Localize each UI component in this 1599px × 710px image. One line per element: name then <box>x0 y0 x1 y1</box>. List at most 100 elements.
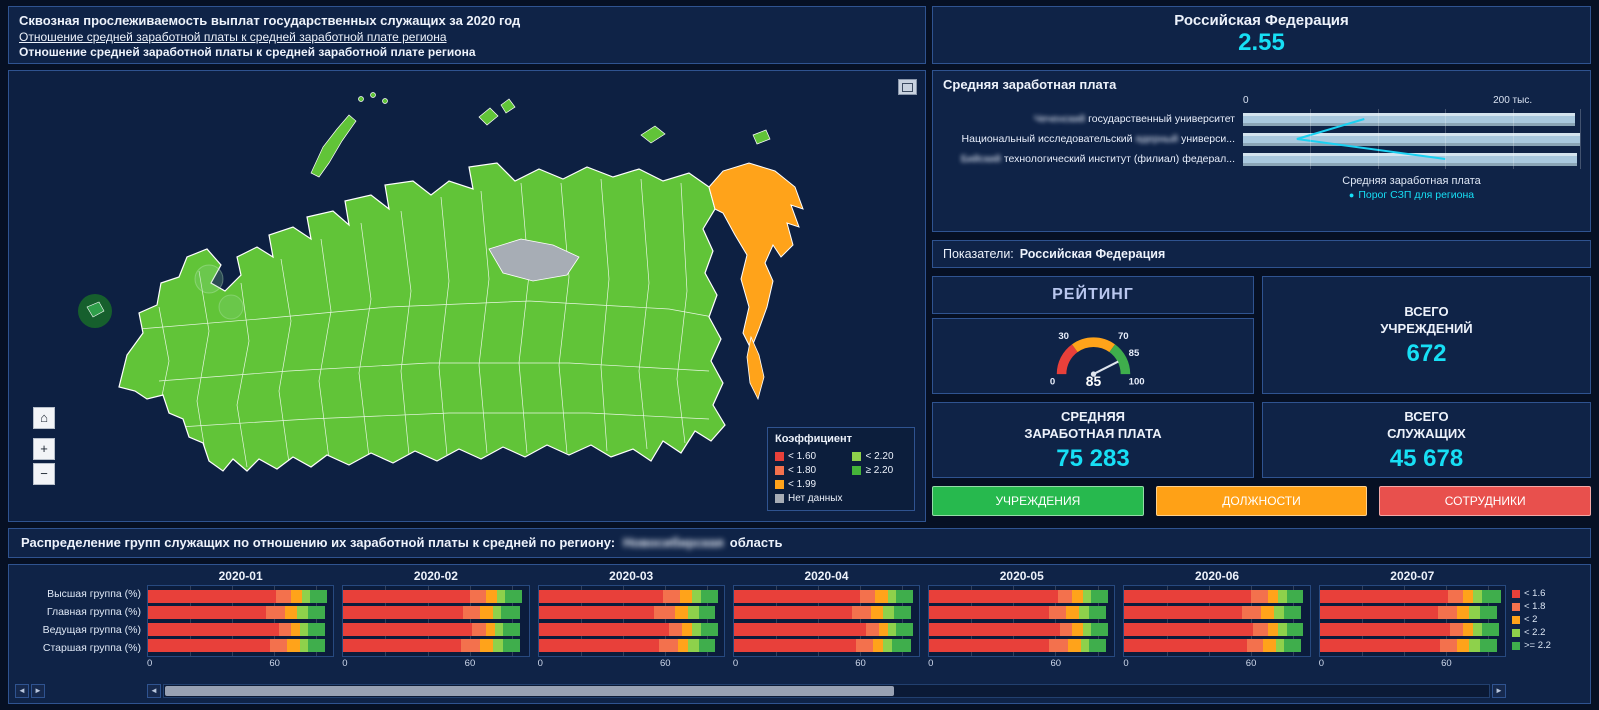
bar-segment[interactable] <box>663 590 680 603</box>
bar-segment[interactable] <box>1287 590 1304 603</box>
bar-segment[interactable] <box>472 623 487 636</box>
bar-segment[interactable] <box>495 623 503 636</box>
bar-segment[interactable] <box>1284 606 1301 619</box>
bar-segment[interactable] <box>302 590 310 603</box>
bar-segment[interactable] <box>852 606 871 619</box>
bar-segment[interactable] <box>929 623 1060 636</box>
map-region-sakhalin[interactable] <box>747 337 764 399</box>
bar-segment[interactable] <box>1473 590 1481 603</box>
month-plot[interactable] <box>1319 585 1506 657</box>
bar-segment[interactable] <box>675 606 688 619</box>
bar-segment[interactable] <box>929 639 1049 652</box>
bar-segment[interactable] <box>888 590 896 603</box>
bar-segment[interactable] <box>1089 639 1106 652</box>
bar-segment[interactable] <box>1457 606 1470 619</box>
bar-segment[interactable] <box>734 623 867 636</box>
bar-segment[interactable] <box>1320 606 1438 619</box>
bar-segment[interactable] <box>1247 639 1264 652</box>
bar-segment[interactable] <box>486 623 494 636</box>
bar-segment[interactable] <box>1261 606 1274 619</box>
bar-segment[interactable] <box>678 639 689 652</box>
bar-segment[interactable] <box>1438 606 1457 619</box>
bar-segment[interactable] <box>1274 606 1285 619</box>
bar-segment[interactable] <box>1079 606 1090 619</box>
bar-segment[interactable] <box>308 623 325 636</box>
month-plot[interactable] <box>1123 585 1310 657</box>
bar-segment[interactable] <box>297 606 308 619</box>
bar-segment[interactable] <box>692 623 700 636</box>
scrollbar-track[interactable] <box>163 684 1490 698</box>
bar-segment[interactable] <box>875 590 888 603</box>
action-button-1[interactable]: УЧРЕЖДЕНИЯ <box>932 486 1144 516</box>
bar-segment[interactable] <box>461 639 480 652</box>
scroll-right-button[interactable]: ► <box>31 684 45 698</box>
bar-segment[interactable] <box>1480 639 1497 652</box>
bar-segment[interactable] <box>929 606 1049 619</box>
bar-segment[interactable] <box>503 623 520 636</box>
bar-segment[interactable] <box>1278 590 1286 603</box>
bar-segment[interactable] <box>279 623 292 636</box>
bar-segment[interactable] <box>1242 606 1261 619</box>
bar-segment[interactable] <box>1072 623 1083 636</box>
bar-segment[interactable] <box>539 623 670 636</box>
bar-segment[interactable] <box>873 639 884 652</box>
scroll-left-button[interactable]: ◄ <box>147 684 161 698</box>
bar-segment[interactable] <box>1058 590 1073 603</box>
bar-segment[interactable] <box>682 623 693 636</box>
bar-segment[interactable] <box>1276 639 1284 652</box>
bar-segment[interactable] <box>493 639 504 652</box>
bar-segment[interactable] <box>1049 606 1066 619</box>
map-zoom-out-button[interactable]: − <box>33 463 55 485</box>
bar-segment[interactable] <box>493 606 501 619</box>
bar-segment[interactable] <box>343 639 461 652</box>
bar-segment[interactable] <box>688 606 699 619</box>
bar-segment[interactable] <box>1268 623 1279 636</box>
bar-segment[interactable] <box>1482 623 1499 636</box>
bar-segment[interactable] <box>148 639 270 652</box>
bar-segment[interactable] <box>501 606 520 619</box>
bar-segment[interactable] <box>734 639 856 652</box>
bar-segment[interactable] <box>1320 590 1448 603</box>
bar-segment[interactable] <box>1124 623 1252 636</box>
month-plot[interactable] <box>538 585 725 657</box>
bar-segment[interactable] <box>1083 623 1091 636</box>
bar-segment[interactable] <box>860 590 875 603</box>
bar-segment[interactable] <box>1469 606 1480 619</box>
bar-segment[interactable] <box>856 639 873 652</box>
action-button-3[interactable]: СОТРУДНИКИ <box>1379 486 1591 516</box>
bar-segment[interactable] <box>1463 623 1474 636</box>
subtitle-link[interactable]: Отношение средней заработной платы к сре… <box>19 30 915 44</box>
bar-segment[interactable] <box>480 639 493 652</box>
bar-segment[interactable] <box>300 639 308 652</box>
map-zoom-in-button[interactable]: + <box>33 438 55 460</box>
bar-segment[interactable] <box>883 606 894 619</box>
bar-segment[interactable] <box>266 606 285 619</box>
bar-segment[interactable] <box>291 590 302 603</box>
bar-segment[interactable] <box>1124 606 1242 619</box>
bar-segment[interactable] <box>463 606 480 619</box>
bar-segment[interactable] <box>734 606 852 619</box>
bar-segment[interactable] <box>308 639 325 652</box>
bar-segment[interactable] <box>343 590 469 603</box>
bar-segment[interactable] <box>503 639 520 652</box>
bar-segment[interactable] <box>1440 639 1457 652</box>
month-plot[interactable] <box>147 585 334 657</box>
bar-segment[interactable] <box>699 639 716 652</box>
bar-segment[interactable] <box>1253 623 1268 636</box>
bar-segment[interactable] <box>539 639 659 652</box>
bar-segment[interactable] <box>148 623 279 636</box>
bar-segment[interactable] <box>1278 623 1286 636</box>
bar-segment[interactable] <box>888 623 896 636</box>
bar-segment[interactable] <box>1469 639 1480 652</box>
bar-segment[interactable] <box>688 639 699 652</box>
salary-plot-area[interactable] <box>1243 109 1580 169</box>
map-home-button[interactable]: ⌂ <box>33 407 55 429</box>
bar-segment[interactable] <box>896 623 913 636</box>
bar-segment[interactable] <box>276 590 291 603</box>
bar-segment[interactable] <box>1463 590 1474 603</box>
bar-segment[interactable] <box>699 606 716 619</box>
bar-segment[interactable] <box>929 590 1057 603</box>
bar-segment[interactable] <box>894 606 911 619</box>
collapse-map-button[interactable] <box>898 79 917 95</box>
bar-segment[interactable] <box>1320 623 1451 636</box>
